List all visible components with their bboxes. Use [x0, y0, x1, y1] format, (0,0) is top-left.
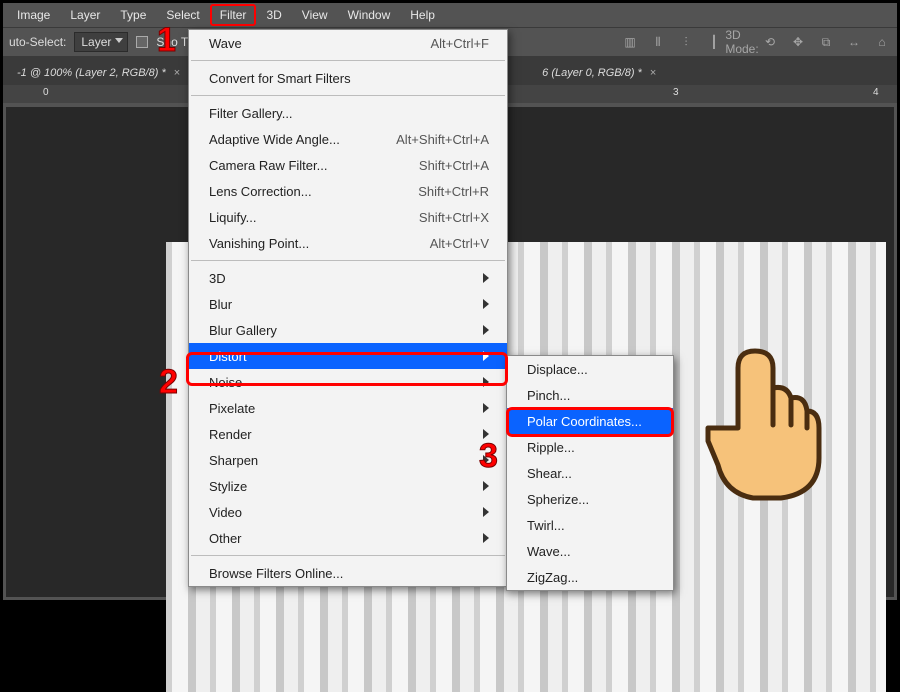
menu-item-blur-gallery[interactable]: Blur Gallery [189, 317, 507, 343]
chevron-down-icon [115, 38, 123, 43]
menu-item-filter-gallery[interactable]: Filter Gallery... [189, 100, 507, 126]
align-icon[interactable]: ▥ [621, 33, 639, 51]
layer-select[interactable]: Layer [74, 32, 128, 52]
submenu-item-spherize[interactable]: Spherize... [507, 486, 673, 512]
submenu-arrow-icon [483, 481, 489, 491]
mode-3d-label: 3D Mode: [733, 33, 751, 51]
show-transform-checkbox[interactable] [136, 36, 148, 48]
slide-icon[interactable]: ↔ [845, 33, 863, 51]
menu-separator [191, 60, 505, 61]
camera-icon[interactable]: ⌂ [873, 33, 891, 51]
distort-submenu: Displace... Pinch... Polar Coordinates..… [506, 355, 674, 591]
menu-item-stylize[interactable]: Stylize [189, 473, 507, 499]
submenu-arrow-icon [483, 273, 489, 283]
menu-layer[interactable]: Layer [60, 4, 110, 26]
dolly-icon[interactable]: ⧉ [817, 33, 835, 51]
app-frame: Image Layer Type Select Filter 3D View W… [0, 0, 900, 603]
menu-3d[interactable]: 3D [256, 4, 291, 26]
menu-item-browse-online[interactable]: Browse Filters Online... [189, 560, 507, 586]
auto-select-label: uto-Select: [9, 35, 66, 49]
filter-menu: Wave Alt+Ctrl+F Convert for Smart Filter… [188, 29, 508, 587]
pointing-hand-icon [683, 333, 823, 503]
menu-item-noise[interactable]: Noise [189, 369, 507, 395]
submenu-arrow-icon [483, 299, 489, 309]
align-icon[interactable]: ⫶ [677, 33, 695, 51]
menubar: Image Layer Type Select Filter 3D View W… [3, 3, 897, 27]
submenu-item-wave[interactable]: Wave... [507, 538, 673, 564]
menu-separator [191, 260, 505, 261]
menu-window[interactable]: Window [338, 4, 401, 26]
menu-image[interactable]: Image [7, 4, 60, 26]
doc-tab-1[interactable]: -1 @ 100% (Layer 2, RGB/8) *× [7, 61, 192, 85]
callout-number-3: 3 [479, 437, 498, 476]
menu-view[interactable]: View [292, 4, 338, 26]
menu-separator [191, 95, 505, 96]
callout-number-2: 2 [159, 363, 178, 402]
menu-item-last-filter[interactable]: Wave Alt+Ctrl+F [189, 30, 507, 56]
pan-icon[interactable]: ✥ [789, 33, 807, 51]
divider-icon: ┃ [705, 33, 723, 51]
menu-item-pixelate[interactable]: Pixelate [189, 395, 507, 421]
submenu-arrow-icon [483, 403, 489, 413]
menu-item-blur[interactable]: Blur [189, 291, 507, 317]
submenu-item-ripple[interactable]: Ripple... [507, 434, 673, 460]
menu-item-lens-correction[interactable]: Lens Correction...Shift+Ctrl+R [189, 178, 507, 204]
submenu-item-twirl[interactable]: Twirl... [507, 512, 673, 538]
menu-help[interactable]: Help [400, 4, 445, 26]
submenu-arrow-icon [483, 533, 489, 543]
close-icon[interactable]: × [174, 67, 180, 79]
submenu-item-zigzag[interactable]: ZigZag... [507, 564, 673, 590]
menu-item-camera-raw[interactable]: Camera Raw Filter...Shift+Ctrl+A [189, 152, 507, 178]
menu-type[interactable]: Type [110, 4, 156, 26]
menu-item-distort[interactable]: Distort [189, 343, 507, 369]
align-tools: ▥ ⫴ ⫶ ┃ 3D Mode: ⟲ ✥ ⧉ ↔ ⌂ [621, 33, 891, 51]
menu-item-smart[interactable]: Convert for Smart Filters [189, 65, 507, 91]
menu-item-3d[interactable]: 3D [189, 265, 507, 291]
doc-tab-2[interactable]: 6 (Layer 0, RGB/8) *× [532, 61, 668, 85]
menu-item-render[interactable]: Render [189, 421, 507, 447]
align-icon[interactable]: ⫴ [649, 33, 667, 51]
submenu-item-pinch[interactable]: Pinch... [507, 382, 673, 408]
submenu-arrow-icon [483, 507, 489, 517]
submenu-arrow-icon [483, 351, 489, 361]
menu-item-liquify[interactable]: Liquify...Shift+Ctrl+X [189, 204, 507, 230]
menu-item-adaptive-wide-angle[interactable]: Adaptive Wide Angle...Alt+Shift+Ctrl+A [189, 126, 507, 152]
submenu-arrow-icon [483, 377, 489, 387]
menu-separator [191, 555, 505, 556]
close-icon[interactable]: × [650, 67, 656, 79]
menu-item-video[interactable]: Video [189, 499, 507, 525]
menu-filter[interactable]: Filter [210, 4, 257, 26]
submenu-arrow-icon [483, 325, 489, 335]
menu-item-sharpen[interactable]: Sharpen [189, 447, 507, 473]
menu-item-vanishing-point[interactable]: Vanishing Point...Alt+Ctrl+V [189, 230, 507, 256]
submenu-item-polar-coordinates[interactable]: Polar Coordinates... [507, 408, 673, 434]
callout-number-1: 1 [157, 21, 176, 60]
submenu-item-shear[interactable]: Shear... [507, 460, 673, 486]
orbit-icon[interactable]: ⟲ [761, 33, 779, 51]
submenu-item-displace[interactable]: Displace... [507, 356, 673, 382]
menu-item-other[interactable]: Other [189, 525, 507, 551]
